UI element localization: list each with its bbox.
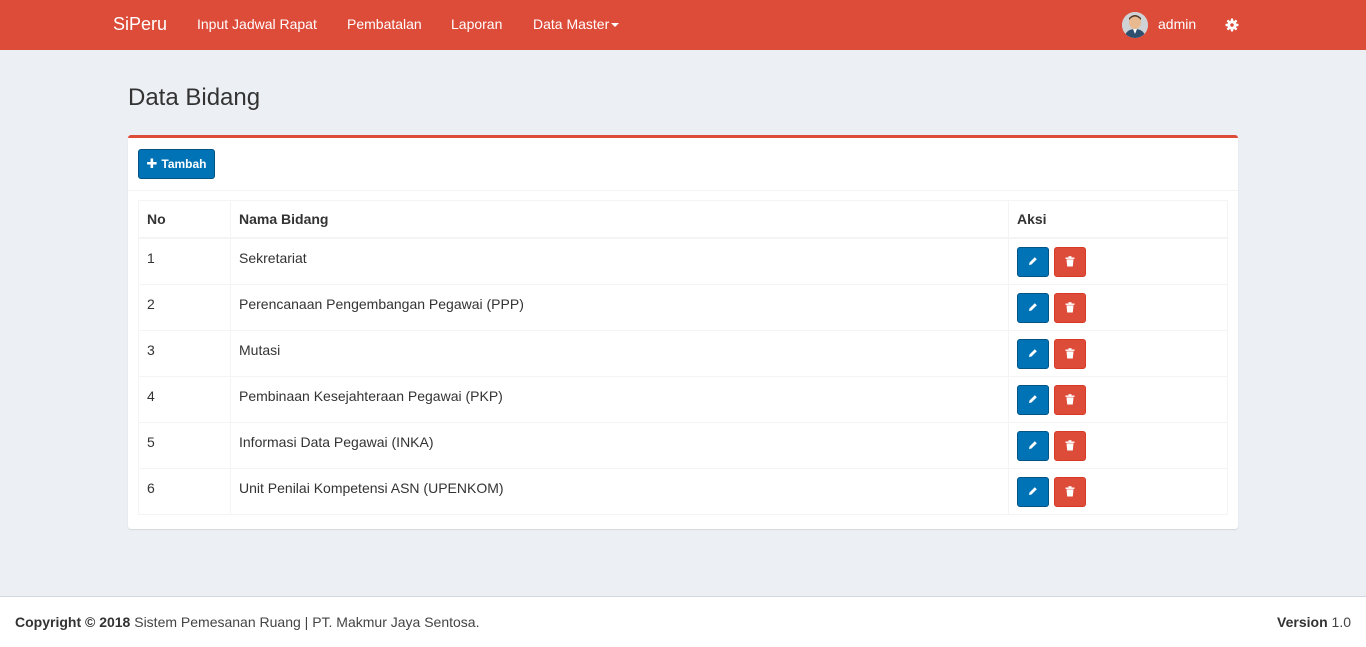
edit-button[interactable] <box>1017 338 1049 369</box>
cell-no: 2 <box>138 283 231 331</box>
edit-button[interactable] <box>1017 247 1049 277</box>
cell-aksi <box>1008 237 1228 285</box>
cell-aksi <box>1008 467 1228 515</box>
delete-button[interactable] <box>1053 292 1086 323</box>
edit-button[interactable] <box>1017 476 1049 507</box>
version-value: 1.0 <box>1331 614 1351 630</box>
brand-logo[interactable]: SiPeru <box>113 14 167 35</box>
page-title: Data Bidang <box>128 84 261 111</box>
nav-input-jadwal-rapat[interactable]: Input Jadwal Rapat <box>197 16 317 32</box>
bidang-table: No Nama Bidang Aksi 1 Sekretariat 2 Perenc… <box>138 200 1228 515</box>
cell-aksi <box>1008 283 1228 331</box>
box-header: ✚ Tambah <box>128 138 1238 191</box>
edit-button[interactable] <box>1017 430 1049 461</box>
column-header-no: No <box>138 200 231 239</box>
cell-aksi <box>1008 329 1228 377</box>
cell-no: 6 <box>138 467 231 515</box>
table-row: 4 Pembinaan Kesejahteraan Pegawai (PKP) <box>138 375 1228 423</box>
footer: Copyright © 2018 Sistem Pemesanan Ruang … <box>0 596 1366 647</box>
avatar <box>1122 12 1148 38</box>
cell-no: 5 <box>138 421 231 469</box>
company-name: Sistem Pemesanan Ruang | PT. Makmur Jaya… <box>134 614 480 630</box>
delete-button[interactable] <box>1053 247 1086 277</box>
plus-icon: ✚ <box>146 156 158 171</box>
column-header-aksi: Aksi <box>1008 200 1228 239</box>
nav-data-master-dropdown[interactable]: Data Master <box>533 16 620 32</box>
cell-no: 3 <box>138 329 231 377</box>
delete-button[interactable] <box>1053 430 1086 461</box>
add-button[interactable]: ✚ Tambah <box>138 149 215 179</box>
column-header-nama-bidang: Nama Bidang <box>230 200 1009 239</box>
footer-version: Version 1.0 <box>1277 614 1351 630</box>
table-row: 1 Sekretariat <box>138 237 1228 285</box>
table-row: 5 Informasi Data Pegawai (INKA) <box>138 421 1228 469</box>
cell-nama-bidang: Perencanaan Pengembangan Pegawai (PPP) <box>230 283 1009 331</box>
cell-nama-bidang: Pembinaan Kesejahteraan Pegawai (PKP) <box>230 375 1009 423</box>
delete-button[interactable] <box>1053 384 1086 415</box>
cell-no: 4 <box>138 375 231 423</box>
cell-nama-bidang: Unit Penilai Kompetensi ASN (UPENKOM) <box>230 467 1009 515</box>
copyright-label: Copyright © 2018 <box>15 614 131 630</box>
table-row: 3 Mutasi <box>138 329 1228 377</box>
edit-button[interactable] <box>1017 292 1049 323</box>
cell-nama-bidang: Mutasi <box>230 329 1009 377</box>
nav-laporan[interactable]: Laporan <box>451 16 502 32</box>
version-label: Version <box>1277 614 1328 630</box>
footer-copyright: Copyright © 2018 Sistem Pemesanan Ruang … <box>15 614 479 630</box>
gear-icon[interactable] <box>1224 17 1240 33</box>
nav-data-master-label: Data Master <box>533 16 610 32</box>
top-navbar: SiPeru Input Jadwal Rapat Pembatalan Lap… <box>0 0 1366 50</box>
edit-button[interactable] <box>1017 384 1049 415</box>
delete-button[interactable] <box>1053 338 1086 369</box>
add-button-label: Tambah <box>161 157 207 171</box>
nav-pembatalan[interactable]: Pembatalan <box>347 16 422 32</box>
table-row: 2 Perencanaan Pengembangan Pegawai (PPP) <box>138 283 1228 331</box>
data-box: ✚ Tambah No Nama Bidang Aksi 1 Sekretaria… <box>128 135 1238 529</box>
table-header-row: No Nama Bidang Aksi <box>138 200 1228 239</box>
delete-button[interactable] <box>1053 476 1086 507</box>
cell-nama-bidang: Informasi Data Pegawai (INKA) <box>230 421 1009 469</box>
user-name: admin <box>1158 16 1197 32</box>
cell-aksi <box>1008 421 1228 469</box>
caret-down-icon <box>611 23 620 28</box>
cell-no: 1 <box>138 237 231 285</box>
cell-nama-bidang: Sekretariat <box>230 237 1009 285</box>
cell-aksi <box>1008 375 1228 423</box>
table-row: 6 Unit Penilai Kompetensi ASN (UPENKOM) <box>138 467 1228 515</box>
